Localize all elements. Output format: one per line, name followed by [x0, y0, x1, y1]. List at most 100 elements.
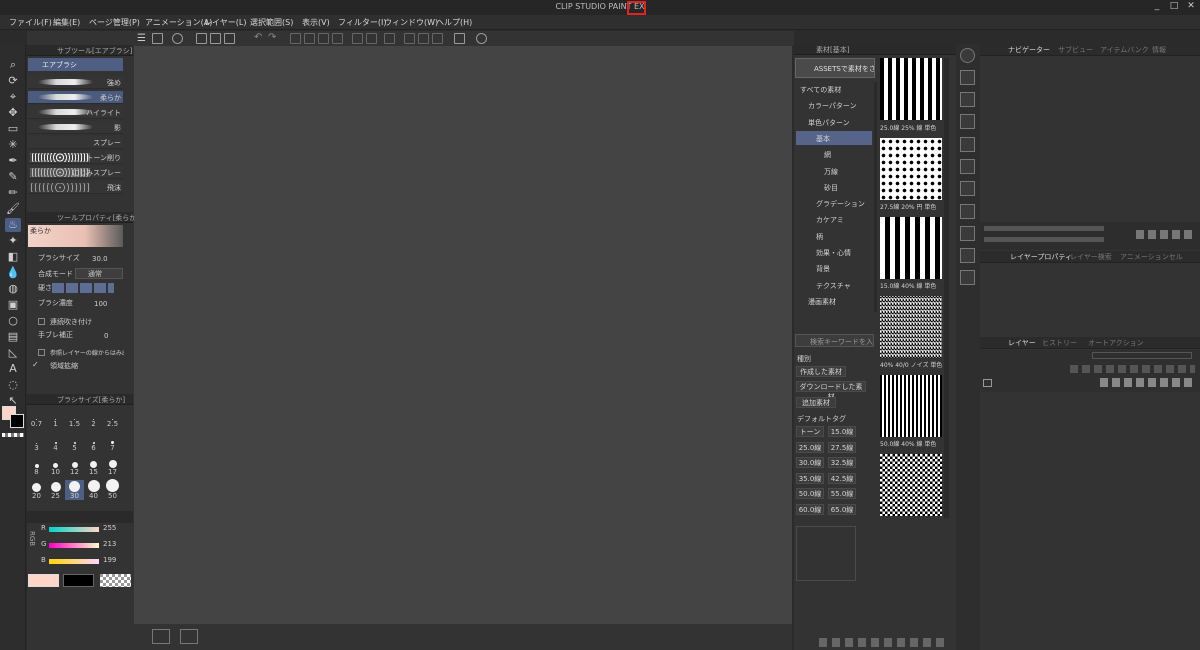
tab-history[interactable]: ヒストリー — [1042, 338, 1077, 348]
material-tree-item[interactable]: 効果・心情 — [796, 245, 872, 259]
pen-tool-icon[interactable]: ✎ — [5, 170, 21, 184]
snap-ruler-icon[interactable] — [404, 33, 415, 44]
fill-icon[interactable] — [304, 33, 315, 44]
tag-button[interactable]: 50.0線 — [796, 488, 824, 499]
menu-help[interactable]: ヘルプ(H) — [436, 17, 472, 28]
tag-button[interactable]: 65.0線 — [828, 503, 856, 515]
auto-select-tool-icon[interactable]: ✳ — [5, 138, 21, 152]
zoom-slider[interactable] — [984, 226, 1104, 231]
menu-window[interactable]: ウィンドウ(W) — [384, 17, 438, 28]
close-panel-icon[interactable] — [960, 270, 975, 285]
material-tree-item[interactable]: 砂目 — [796, 180, 872, 194]
continuous-checkbox[interactable] — [38, 318, 45, 325]
refer-layer-checkbox[interactable] — [38, 349, 45, 356]
zoom-tool-icon[interactable]: ⌕ — [5, 58, 21, 72]
object-tool-icon[interactable]: ⌖ — [5, 90, 21, 104]
tab-animation-cel[interactable]: アニメーションセル — [1120, 252, 1183, 262]
brush-size-option[interactable]: 1.5 — [65, 408, 84, 428]
material-thumb[interactable] — [880, 454, 942, 516]
material-thumb[interactable] — [880, 217, 942, 279]
material-tree-item[interactable]: 基本 — [796, 130, 872, 145]
kind-button-added[interactable]: 追加素材 — [796, 397, 836, 408]
brush-size-option[interactable]: 25 — [46, 480, 65, 500]
brush-size-option[interactable]: 0.7 — [27, 408, 46, 428]
transparent-color-chip[interactable] — [100, 574, 131, 587]
brush-size-option[interactable]: 3 — [27, 432, 46, 452]
g-value[interactable]: 213 — [103, 540, 116, 548]
pencil-tool-icon[interactable]: ✏ — [5, 186, 21, 200]
hardness-row[interactable]: 硬さ — [30, 282, 124, 294]
brush-size-option[interactable]: 30 — [65, 480, 84, 500]
transform-icon[interactable] — [318, 33, 329, 44]
assets-search-button[interactable]: ASSETSで素材をさがす — [795, 58, 875, 78]
tag-button[interactable]: 42.5線 — [828, 472, 856, 484]
b-slider[interactable] — [49, 559, 99, 564]
menu-icon[interactable]: ☰ — [137, 33, 146, 44]
subtool-item[interactable]: トーン削り — [28, 151, 123, 164]
minimize-button[interactable]: _ — [1150, 1, 1164, 14]
tag-button[interactable]: 30.0線 — [796, 457, 824, 468]
kind-button-created[interactable]: 作成した素材 — [796, 366, 846, 377]
new-file-icon[interactable] — [152, 33, 163, 44]
menu-filter[interactable]: フィルター(I) — [338, 17, 386, 28]
material-thumb[interactable] — [880, 58, 942, 120]
brush-size-option[interactable]: 10 — [46, 456, 65, 476]
sub-color-chip[interactable] — [63, 574, 94, 587]
kind-button-downloaded[interactable]: ダウンロードした素材 — [796, 381, 866, 401]
tab-layer-search[interactable]: レイヤー検索 — [1070, 252, 1112, 262]
selection-tool-icon[interactable]: ▭ — [5, 122, 21, 136]
layer-list-icon[interactable] — [983, 379, 992, 387]
airbrush-tool-icon[interactable]: ♨ — [5, 218, 21, 232]
rotate-slider[interactable] — [984, 237, 1104, 242]
brush-size-option[interactable]: 4 — [46, 432, 65, 452]
material-footer-icons[interactable] — [819, 638, 949, 647]
layer-option-icons[interactable] — [1070, 365, 1195, 373]
material-tree-item[interactable]: すべての素材 — [796, 82, 872, 96]
material-search-input[interactable]: 検索キーワードを入 — [795, 334, 874, 347]
hardness-slider[interactable] — [52, 283, 114, 293]
material-folder-icon[interactable] — [960, 70, 975, 85]
brush-size-option[interactable]: 40 — [84, 480, 103, 500]
subtool-group-airbrush[interactable]: エアブラシ — [28, 58, 123, 71]
material-tree-item[interactable]: グラデーション — [796, 196, 872, 210]
fit-view-icon[interactable] — [180, 629, 198, 644]
subtool-item[interactable]: 飛沫 — [28, 181, 123, 194]
material-tree-item[interactable]: 漫画素材 — [796, 294, 872, 308]
brush-size-option[interactable]: 1 — [46, 408, 65, 428]
save-icon[interactable] — [224, 33, 235, 44]
brush-size-option[interactable]: 12 — [65, 456, 84, 476]
menu-file[interactable]: ファイル(F) — [9, 17, 52, 28]
material-tree-item[interactable]: 万線 — [796, 164, 872, 178]
refer-layer-row[interactable]: 参照レイヤーの線からはみ出さない — [30, 347, 124, 359]
material-folder-icon[interactable] — [960, 204, 975, 219]
transparent-color-swatch[interactable] — [2, 433, 24, 437]
tag-button[interactable]: 27.5線 — [828, 441, 856, 453]
help-icon[interactable] — [476, 33, 487, 44]
material-tree-item[interactable]: カケアミ — [796, 212, 872, 226]
tree-scrollbar[interactable] — [874, 82, 877, 312]
brush-size-option[interactable]: 8 — [27, 456, 46, 476]
material-folder-icon[interactable] — [960, 114, 975, 129]
brush-size-row[interactable]: ブラシサイズ 30.0 — [30, 252, 124, 264]
material-tree-item[interactable]: 背景 — [796, 261, 872, 275]
menu-selection[interactable]: 選択範囲(S) — [250, 17, 293, 28]
subtool-item[interactable]: 強め — [28, 76, 123, 89]
ruler-tool-icon[interactable]: ◺ — [5, 346, 21, 360]
brush-size-option[interactable]: 50 — [103, 479, 122, 500]
tag-button[interactable]: 15.0線 — [828, 426, 856, 437]
tab-info[interactable]: 情報 — [1152, 45, 1166, 55]
material-tree-item[interactable]: カラーパターン — [796, 98, 872, 112]
snap-special-icon[interactable] — [418, 33, 429, 44]
gradient-tool-icon[interactable]: ▣ — [5, 298, 21, 312]
blend-mode-select[interactable]: 通常 — [75, 268, 123, 279]
tab-subview[interactable]: サブビュー — [1058, 45, 1093, 55]
tag-button[interactable]: 32.5線 — [828, 457, 856, 468]
material-tree-item[interactable]: 単色パターン — [796, 115, 872, 129]
density-row[interactable]: ブラシ濃度 100 — [30, 297, 124, 309]
device-icon[interactable] — [454, 33, 465, 44]
layer-command-icons[interactable] — [1100, 378, 1195, 387]
subtool-item[interactable]: 柔らか — [28, 91, 123, 104]
brush-tool-icon[interactable]: 🖌 — [5, 202, 21, 216]
material-folder-icon[interactable] — [960, 159, 975, 174]
subtool-item[interactable]: 影 — [28, 121, 123, 134]
